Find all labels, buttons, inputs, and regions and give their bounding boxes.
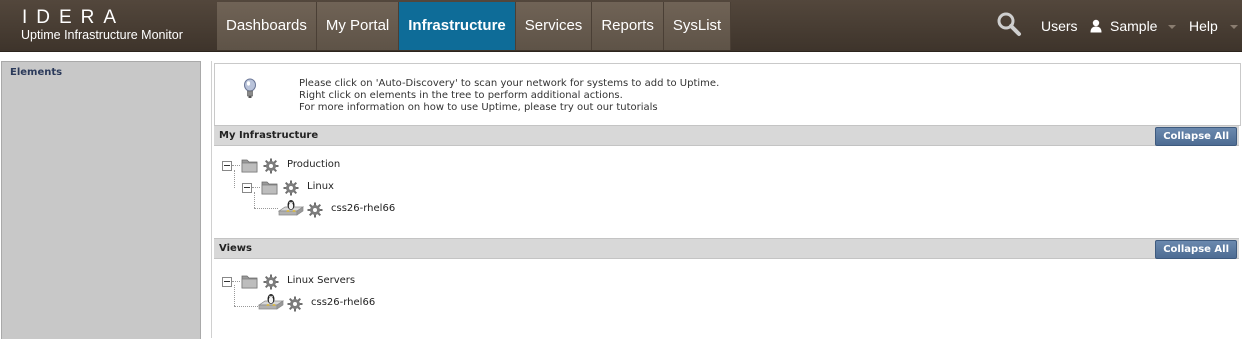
info-line: Right click on elements in the tree to p…: [299, 90, 623, 101]
section-title: Views: [219, 243, 252, 254]
linux-host-icon: [258, 293, 284, 311]
sidebar-title: Elements: [10, 67, 63, 78]
tree-connector: [232, 281, 240, 282]
tutorials-link[interactable]: tutorials: [616, 102, 657, 113]
collapse-toggle[interactable]: [242, 183, 252, 193]
tree-node-label: Linux Servers: [287, 275, 356, 286]
section-title: My Infrastructure: [219, 130, 319, 141]
chevron-down-icon[interactable]: [1230, 25, 1238, 29]
tab-dashboards[interactable]: Dashboards: [217, 2, 317, 50]
collapse-all-button[interactable]: Collapse All: [1155, 127, 1237, 146]
gear-icon[interactable]: [283, 180, 299, 196]
tree-node-label: Production: [287, 159, 341, 170]
chevron-down-icon[interactable]: [1168, 25, 1176, 29]
top-navigation-bar: IDERA Uptime Infrastructure Monitor Dash…: [0, 0, 1242, 52]
folder-icon: [261, 179, 279, 195]
main-nav: Dashboards My Portal Infrastructure Serv…: [217, 2, 732, 50]
collapse-all-button[interactable]: Collapse All: [1155, 240, 1237, 259]
brand[interactable]: IDERA Uptime Infrastructure Monitor: [0, 0, 210, 51]
tab-my-portal[interactable]: My Portal: [316, 2, 400, 50]
my-infrastructure-header: My Infrastructure Collapse All: [214, 125, 1239, 146]
lightbulb-icon: [244, 78, 256, 98]
info-line-text: For more information on how to use Uptim…: [299, 102, 617, 113]
gear-icon[interactable]: [263, 158, 279, 174]
linux-host-icon: [278, 199, 304, 217]
info-line: Please click on 'Auto-Discovery' to scan…: [299, 78, 720, 89]
user-icon: [1090, 19, 1102, 33]
tree-node-production[interactable]: Production: [222, 155, 422, 175]
idera-logo: IDERA: [22, 7, 126, 28]
product-name: Uptime Infrastructure Monitor: [21, 28, 183, 42]
folder-icon: [241, 273, 259, 289]
users-link[interactable]: Users: [1041, 18, 1078, 34]
tree-connector: [252, 187, 260, 188]
views-header: Views Collapse All: [214, 238, 1239, 259]
tree-node-label: css26-rhel66: [331, 203, 396, 214]
tab-infrastructure[interactable]: Infrastructure: [399, 2, 516, 50]
help-menu[interactable]: Help: [1189, 18, 1218, 34]
collapse-toggle[interactable]: [222, 277, 232, 287]
tab-reports[interactable]: Reports: [592, 2, 664, 50]
tree-node-label: css26-rhel66: [311, 297, 376, 308]
info-panel: Please click on 'Auto-Discovery' to scan…: [214, 63, 1241, 126]
tree-node-linux-servers[interactable]: Linux Servers: [222, 271, 422, 291]
tree-node-label: Linux: [307, 181, 334, 192]
tab-services[interactable]: Services: [515, 2, 593, 50]
search-icon[interactable]: [996, 11, 1022, 37]
elements-sidebar: Elements: [1, 61, 201, 339]
gear-icon[interactable]: [263, 274, 279, 290]
main-content: Please click on 'Auto-Discovery' to scan…: [211, 61, 1241, 338]
folder-icon: [241, 157, 259, 173]
tree-connector: [232, 165, 240, 166]
tree-node-host[interactable]: css26-rhel66: [258, 293, 458, 313]
user-menu[interactable]: Sample: [1110, 18, 1157, 34]
tree-node-linux[interactable]: Linux: [242, 177, 442, 197]
tree-connector: [234, 306, 258, 307]
tree-node-host[interactable]: css26-rhel66: [278, 199, 478, 219]
gear-icon[interactable]: [307, 202, 323, 218]
info-line: For more information on how to use Uptim…: [299, 102, 719, 114]
gear-icon[interactable]: [287, 296, 303, 312]
tab-syslist[interactable]: SysList: [663, 2, 732, 50]
info-text: Please click on 'Auto-Discovery' to scan…: [299, 78, 719, 114]
tree-connector: [254, 208, 278, 209]
collapse-toggle[interactable]: [222, 161, 232, 171]
